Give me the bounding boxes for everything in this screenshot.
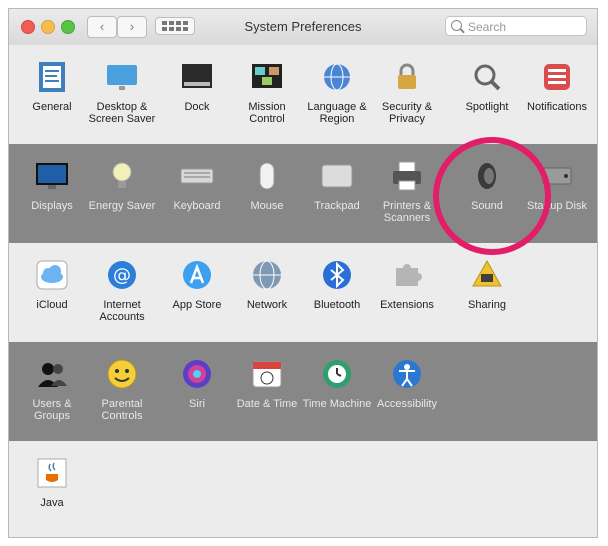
pane-trackpad[interactable]: Trackpad	[302, 158, 372, 212]
pane-label: Keyboard	[173, 200, 221, 212]
accessibility-icon	[387, 356, 427, 392]
pane-icloud[interactable]: iCloud	[17, 257, 87, 311]
pane-label: Mouse	[250, 200, 284, 212]
keyboard-icon	[177, 158, 217, 194]
pane-general[interactable]: General	[17, 59, 87, 113]
pane-label: Network	[246, 299, 288, 311]
pane-security-privacy[interactable]: Security & Privacy	[372, 59, 442, 125]
pane-label: Time Machine	[302, 398, 372, 410]
users-icon	[32, 356, 72, 392]
pane-label: Spotlight	[465, 101, 509, 113]
pane-row: Java	[9, 441, 597, 537]
pane-printers-scanners[interactable]: Printers & Scanners	[372, 158, 442, 224]
pane-notifications[interactable]: Notifications	[522, 59, 592, 113]
pane-displays[interactable]: Displays	[17, 158, 87, 212]
desktop-icon	[102, 59, 142, 95]
mission-control-icon	[247, 59, 287, 95]
general-icon	[32, 59, 72, 95]
pane-app-store[interactable]: App Store	[162, 257, 232, 311]
pane-label: Energy Saver	[88, 200, 156, 212]
pane-extensions[interactable]: Extensions	[372, 257, 442, 311]
title-bar: ‹ › System Preferences Search	[9, 9, 597, 46]
pane-siri[interactable]: Siri	[162, 356, 232, 410]
siri-icon	[177, 356, 217, 392]
pane-label: Java	[40, 497, 64, 509]
pane-label: Accessibility	[377, 398, 437, 410]
pane-desktop-screen-saver[interactable]: Desktop & Screen Saver	[87, 59, 157, 125]
pane-label: iCloud	[36, 299, 68, 311]
display-icon	[32, 158, 72, 194]
pane-label: General	[32, 101, 72, 113]
pane-dock[interactable]: Dock	[162, 59, 232, 113]
dock-icon	[177, 59, 217, 95]
pane-label: Internet Accounts	[99, 299, 145, 323]
pane-label: Displays	[31, 200, 73, 212]
pane-bluetooth[interactable]: Bluetooth	[302, 257, 372, 311]
search-placeholder: Search	[468, 20, 507, 34]
lock-icon	[387, 59, 427, 95]
pane-label: Parental Controls	[101, 398, 143, 422]
pane-label: Notifications	[527, 101, 587, 113]
at-icon: @	[102, 257, 142, 293]
bulb-icon	[102, 158, 142, 194]
sound-highlight-ring	[433, 137, 551, 255]
pane-label: Sharing	[468, 299, 506, 311]
mouse-icon	[247, 158, 287, 194]
pane-row: Users & Groups Parental Controls Siri Date …	[9, 342, 597, 441]
appstore-icon	[177, 257, 217, 293]
pane-label: Date & Time	[236, 398, 298, 410]
pane-label: Trackpad	[314, 200, 360, 212]
pane-users-groups[interactable]: Users & Groups	[17, 356, 87, 422]
trackpad-icon	[317, 158, 357, 194]
pane-label: Siri	[189, 398, 205, 410]
pane-spotlight[interactable]: Spotlight	[452, 59, 522, 113]
pane-label: Bluetooth	[313, 299, 361, 311]
pane-parental-controls[interactable]: Parental Controls	[87, 356, 157, 422]
printer-icon	[387, 158, 427, 194]
spotlight-icon	[467, 59, 507, 95]
network-globe-icon	[247, 257, 287, 293]
search-icon	[451, 20, 462, 31]
pane-keyboard[interactable]: Keyboard	[162, 158, 232, 212]
pane-time-machine[interactable]: Time Machine	[302, 356, 372, 410]
pane-internet-accounts[interactable]: @ Internet Accounts	[87, 257, 157, 323]
sharing-icon	[467, 257, 507, 293]
pane-row: iCloud @ Internet Accounts App Store Network…	[9, 243, 597, 342]
java-icon	[32, 455, 72, 491]
pane-label: Mission Control	[248, 101, 286, 125]
pane-energy-saver[interactable]: Energy Saver	[87, 158, 157, 212]
pane-label: Extensions	[380, 299, 434, 311]
pane-java[interactable]: Java	[17, 455, 87, 509]
pane-mission-control[interactable]: Mission Control	[232, 59, 302, 125]
pane-network[interactable]: Network	[232, 257, 302, 311]
pane-row: General Desktop & Screen Saver Dock Mission…	[9, 45, 597, 144]
svg-text:@: @	[113, 265, 131, 286]
bluetooth-icon	[317, 257, 357, 293]
cloud-icon	[32, 257, 72, 293]
pane-label: Dock	[184, 101, 210, 113]
puzzle-icon	[387, 257, 427, 293]
pane-date-time[interactable]: Date & Time	[232, 356, 302, 410]
time-machine-icon	[317, 356, 357, 392]
pane-accessibility[interactable]: Accessibility	[372, 356, 442, 410]
calendar-clock-icon	[247, 356, 287, 392]
pane-label: Language & Region	[307, 101, 367, 125]
notifications-icon	[537, 59, 577, 95]
search-field[interactable]: Search	[445, 16, 587, 36]
pane-label: Security & Privacy	[381, 101, 433, 125]
pane-label: Users & Groups	[32, 398, 72, 422]
pane-sharing[interactable]: Sharing	[452, 257, 522, 311]
pane-label: App Store	[172, 299, 222, 311]
system-preferences-window: ‹ › System Preferences Search General Des…	[8, 8, 598, 538]
pane-label: Printers & Scanners	[382, 200, 432, 224]
pane-label: Desktop & Screen Saver	[88, 101, 156, 125]
parental-icon	[102, 356, 142, 392]
pane-language-region[interactable]: Language & Region	[302, 59, 372, 125]
pane-mouse[interactable]: Mouse	[232, 158, 302, 212]
globe-icon	[317, 59, 357, 95]
